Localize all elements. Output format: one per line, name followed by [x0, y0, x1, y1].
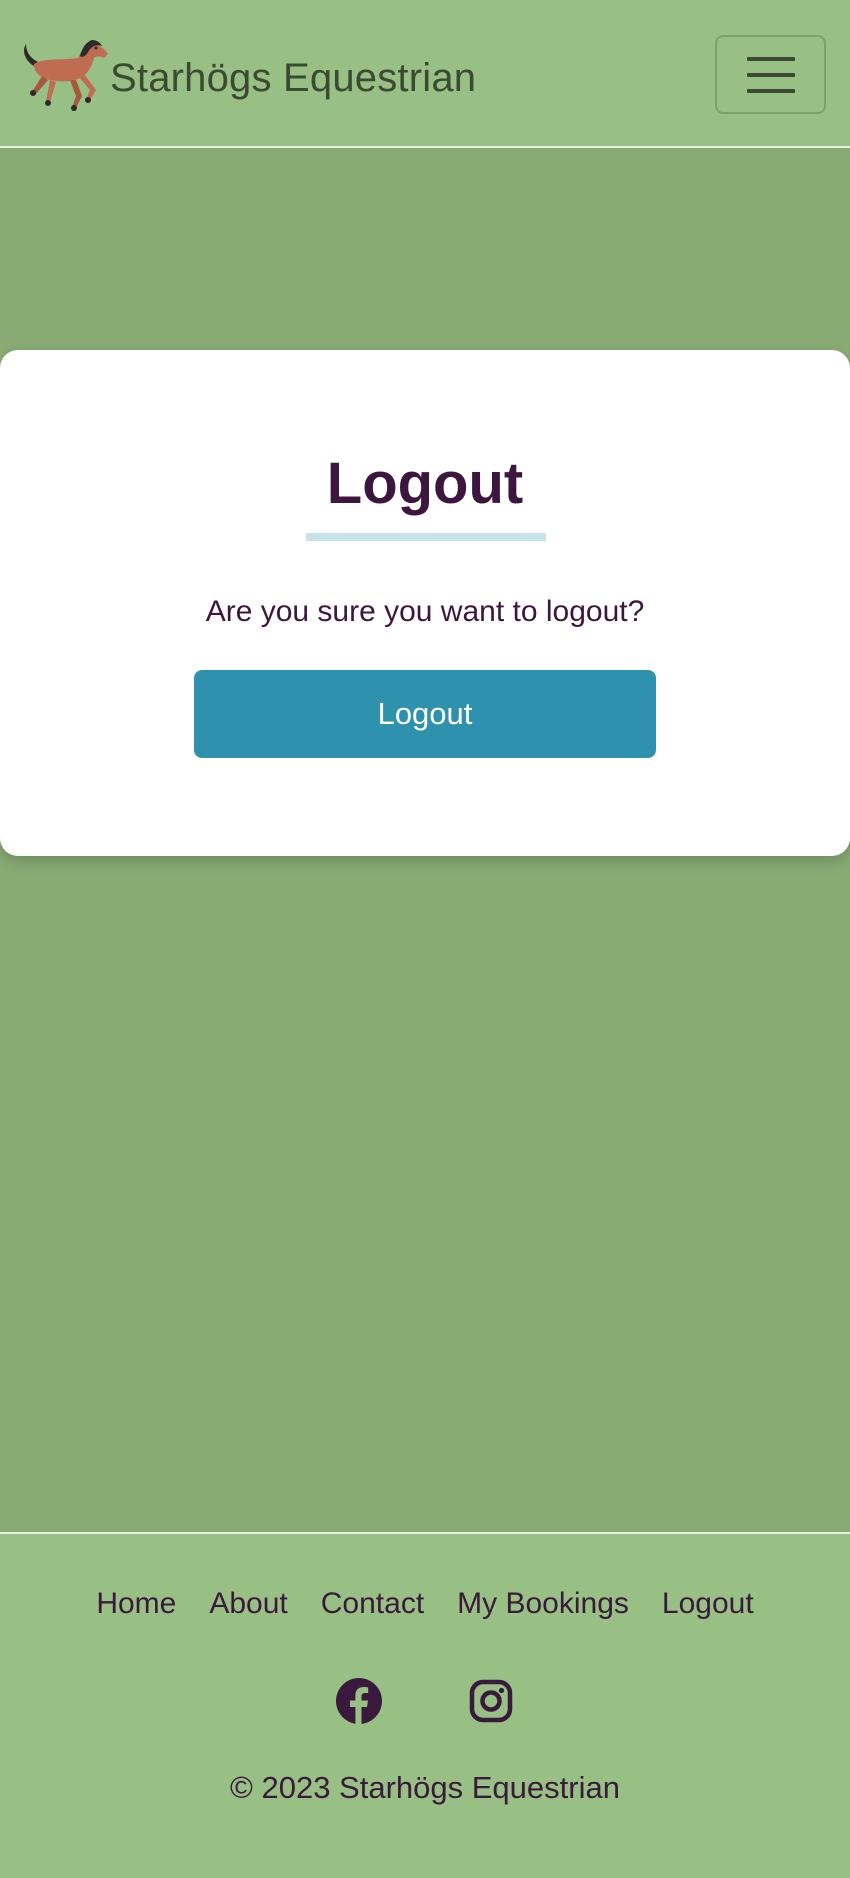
footer-link-about[interactable]: About	[209, 1584, 287, 1624]
page-title: Logout	[326, 451, 524, 516]
hamburger-menu-icon	[746, 56, 795, 61]
logout-confirmation-text: Are you sure you want to logout?	[205, 595, 645, 628]
footer-link-home[interactable]: Home	[96, 1584, 176, 1624]
navbar: Starhögs Equestrian	[0, 0, 850, 148]
brand-link[interactable]: Starhögs Equestrian	[20, 36, 476, 120]
footer-link-my-bookings[interactable]: My Bookings	[457, 1584, 629, 1624]
facebook-link[interactable]	[336, 1678, 382, 1724]
footer-nav: Home About Contact My Bookings Logout	[0, 1584, 850, 1624]
copyright-text: © 2023 Starhögs Equestrian	[230, 1770, 620, 1805]
instagram-link[interactable]	[468, 1678, 514, 1724]
title-underline	[306, 533, 546, 541]
facebook-icon	[336, 1678, 382, 1724]
social-links	[0, 1678, 850, 1724]
footer-link-logout[interactable]: Logout	[662, 1584, 754, 1624]
horse-icon	[24, 40, 108, 111]
logout-button[interactable]: Logout	[194, 670, 656, 758]
footer-link-contact[interactable]: Contact	[321, 1584, 424, 1624]
navbar-toggle-button[interactable]	[715, 35, 826, 114]
brand-name: Starhögs Equestrian	[110, 55, 477, 100]
instagram-icon	[469, 1679, 513, 1723]
